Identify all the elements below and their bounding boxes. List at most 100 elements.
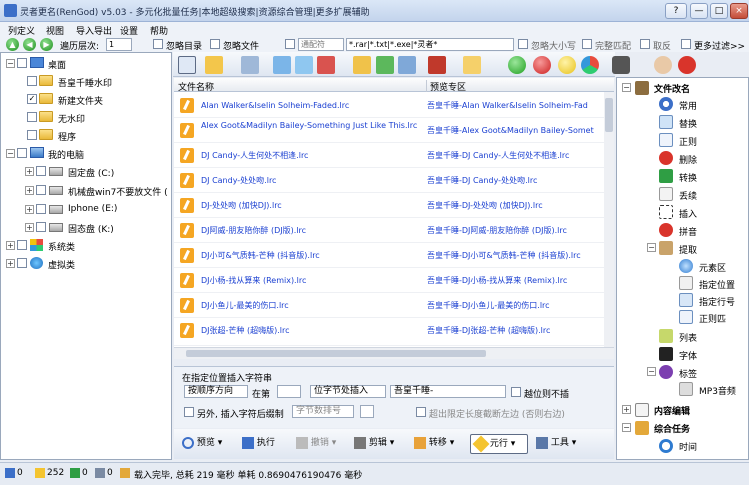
clipboard-icon[interactable] (463, 56, 481, 74)
full-match-checkbox[interactable] (582, 39, 592, 49)
tree-item-computer[interactable]: 我的电脑 (48, 148, 84, 161)
suffix-checkbox[interactable] (184, 407, 194, 417)
table-row[interactable]: DJ小可&气质韩-芒种 (抖音版).lrc 吾皇千睡-DJ小可&气质韩-芒种 (抖… (174, 243, 604, 268)
import-icon[interactable] (398, 56, 416, 74)
expander-icon[interactable]: + (25, 223, 34, 232)
task-tag[interactable]: 标签 (679, 367, 697, 380)
expander-icon[interactable]: − (6, 59, 15, 68)
folder-up-icon[interactable] (353, 56, 371, 74)
table-row[interactable]: Alex Goot&Madilyn Bailey-Something Just … (174, 118, 604, 143)
wildcard-input[interactable]: *.rar|*.txt|*.exe|*灵者* (346, 38, 514, 51)
table-row[interactable]: DJ小鱼儿-最美的伤口.lrc 吾皇千睡-DJ小鱼儿-最美的伤口.lrc (174, 293, 604, 318)
invert-checkbox[interactable] (640, 39, 650, 49)
tree-checkbox[interactable] (36, 166, 46, 176)
tree-item-desktop[interactable]: 桌面 (48, 58, 66, 71)
delete-icon[interactable] (317, 56, 335, 74)
ignore-dir-checkbox[interactable] (153, 39, 163, 49)
task-delete[interactable]: 删除 (679, 153, 697, 166)
shopping-cart-icon[interactable] (428, 56, 446, 74)
task-extract[interactable]: 提取 (679, 243, 697, 256)
task-mp3[interactable]: MP3音频 (699, 384, 736, 397)
horizontal-scrollbar[interactable] (174, 347, 614, 359)
table-row[interactable]: DJ阿威-朋友陪你醉 (DJ版).lrc 吾皇千睡-DJ阿威-朋友陪你醉 (DJ版… (174, 218, 604, 243)
truncate-checkbox[interactable] (416, 407, 426, 417)
table-row[interactable]: DJ张超-芒种 (超嗨版).lrc 吾皇千睡-DJ张超-芒种 (超嗨版).lrc (174, 318, 604, 346)
task-time[interactable]: 时间 (679, 440, 697, 453)
tree-item-folder[interactable]: 无水印 (58, 112, 85, 125)
check-icon[interactable] (376, 56, 394, 74)
task-element[interactable]: 元素区 (699, 261, 726, 274)
table-row[interactable]: DJ小杨-找从算来 (Remix).lrc 吾皇千睡-DJ小杨-找从算来 (Rem… (174, 268, 604, 293)
list-view-icon[interactable] (178, 56, 196, 74)
wildcard-checkbox[interactable] (285, 39, 295, 49)
preview-button[interactable]: 预览 ▾ (182, 434, 222, 454)
menu-columns[interactable]: 列定义 (8, 24, 35, 37)
multi-circle-icon[interactable] (581, 56, 599, 74)
tree-item-drive[interactable]: Iphone (E:) (68, 204, 117, 214)
expander-icon[interactable]: + (6, 259, 15, 268)
expander-icon[interactable]: − (647, 243, 656, 252)
forward-icon[interactable]: ▶ (40, 38, 53, 51)
red-circle-icon[interactable] (533, 56, 551, 74)
tree-item-drive[interactable]: 固定盘 (C:) (68, 166, 114, 179)
position-mode-select[interactable]: 位字节处插入 (310, 385, 386, 398)
tree-checkbox[interactable] (17, 148, 27, 158)
tools-button[interactable]: 工具 ▾ (536, 434, 576, 454)
user-icon[interactable] (654, 56, 672, 74)
undo-button[interactable]: 撤销 ▾ (296, 434, 336, 454)
tree-checkbox[interactable] (27, 76, 37, 86)
tree-checkbox[interactable] (36, 185, 46, 195)
run-button[interactable]: 元行 ▾ (470, 434, 528, 454)
execute-button[interactable]: 执行 (242, 434, 275, 454)
task-line-number[interactable]: 指定行号 (699, 295, 735, 308)
tree-checkbox[interactable] (36, 204, 46, 214)
exit-icon[interactable] (678, 56, 696, 74)
task-pinyin[interactable]: 拼音 (679, 225, 697, 238)
image-view-icon[interactable] (205, 56, 223, 74)
up-icon[interactable]: ▲ (6, 38, 19, 51)
clip-button[interactable]: 剪辑 ▾ (354, 434, 394, 454)
vertical-scrollbar[interactable] (604, 92, 614, 347)
task-content-edit[interactable]: 内容编辑 (654, 404, 690, 417)
menu-import-export[interactable]: 导入导出 (76, 24, 112, 37)
expander-icon[interactable]: + (622, 405, 631, 414)
tree-checkbox[interactable] (17, 258, 27, 268)
more-filters-label[interactable]: 更多过滤>> (694, 39, 745, 52)
tree-item-category[interactable]: 虚拟类 (48, 258, 75, 271)
task-font[interactable]: 字体 (679, 349, 697, 362)
maximize-button[interactable]: □ (710, 3, 728, 19)
file-export-icon[interactable] (295, 56, 313, 74)
tree-item-folder[interactable]: 新建文件夹 (58, 94, 103, 107)
format-select[interactable]: 字节数排号 (292, 405, 354, 418)
tree-checkbox[interactable] (17, 58, 27, 68)
more-filters-checkbox[interactable] (681, 39, 691, 49)
tree-checkbox[interactable] (27, 130, 37, 140)
menu-view[interactable]: 视图 (46, 24, 64, 37)
task-replace[interactable]: 替换 (679, 117, 697, 130)
close-button[interactable]: × (730, 3, 748, 19)
expander-icon[interactable]: + (6, 241, 15, 250)
tree-checkbox-checked[interactable]: ✓ (27, 94, 37, 104)
minimize-button[interactable]: — (690, 3, 708, 19)
task-insert[interactable]: 插入 (679, 207, 697, 220)
order-select[interactable]: 按顺序方向 (184, 385, 248, 398)
task-sequence[interactable]: 丢续 (679, 189, 697, 202)
task-list[interactable]: 列表 (679, 331, 697, 344)
tree-checkbox[interactable] (36, 222, 46, 232)
move-right-icon[interactable] (273, 56, 291, 74)
tree-item-folder[interactable]: 吾皇千睡水印 (58, 76, 112, 89)
task-rename[interactable]: 文件改名 (654, 82, 690, 95)
tree-checkbox[interactable] (17, 240, 27, 250)
ignore-case-checkbox[interactable] (518, 39, 528, 49)
green-circle-icon[interactable] (508, 56, 526, 74)
position-input[interactable] (277, 385, 301, 398)
task-position[interactable]: 指定位置 (699, 278, 735, 291)
tree-checkbox[interactable] (27, 112, 37, 122)
grid-view-icon[interactable] (241, 56, 259, 74)
expander-icon[interactable]: − (622, 83, 631, 92)
table-row[interactable]: DJ Candy-人生何处不相逢.lrc 吾皇千睡-DJ Candy-人生何处不相… (174, 143, 604, 168)
expander-icon[interactable]: − (647, 367, 656, 376)
table-row[interactable]: Alan Walker&Iselin Solheim-Faded.lrc 吾皇千睡… (174, 93, 604, 118)
tree-item-category[interactable]: 系统类 (48, 240, 75, 253)
menu-settings[interactable]: 设置 (120, 24, 138, 37)
